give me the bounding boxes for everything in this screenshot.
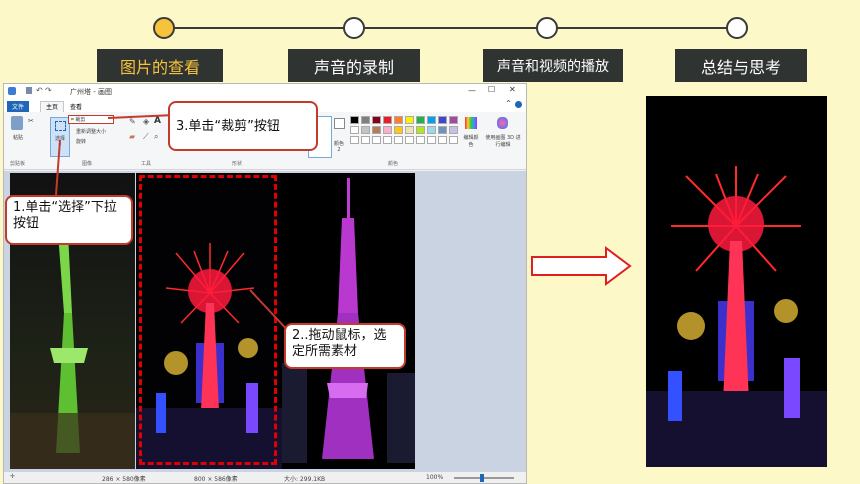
- callout-step3: 3.单击“裁剪”按钮: [168, 101, 318, 151]
- right-arrow-icon: [531, 246, 632, 286]
- callout-step2: 2..拖动鼠标，选定所需素材: [284, 323, 406, 369]
- callout-step1: 1.单击“选择”下拉按钮: [5, 195, 133, 245]
- cropped-result-image: [646, 96, 827, 467]
